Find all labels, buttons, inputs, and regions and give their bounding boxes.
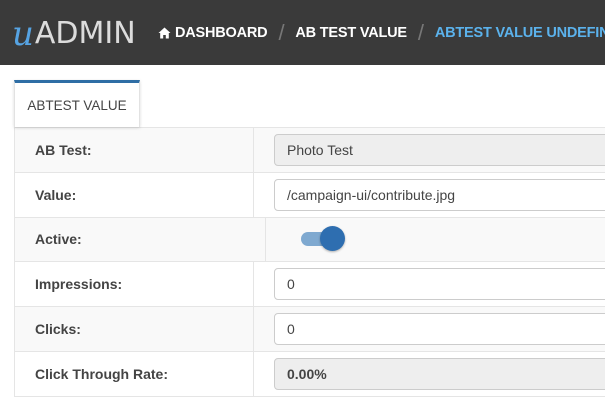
clicks-input[interactable]: 0 xyxy=(274,313,605,346)
breadcrumb-ab-test-value[interactable]: AB TEST VALUE xyxy=(295,25,407,41)
form-row-value: Value: /campaign-ui/contribute.jpg xyxy=(15,172,605,218)
form-row-ctr: Click Through Rate: 0.00% xyxy=(15,351,605,397)
home-icon xyxy=(158,27,171,38)
impressions-label: Impressions: xyxy=(15,262,254,307)
app-logo[interactable]: u ADMIN xyxy=(12,11,136,54)
breadcrumb-dashboard[interactable]: DASHBOARD xyxy=(158,24,268,41)
breadcrumb-current: ABTEST VALUE UNDEFINED xyxy=(434,24,605,41)
clicks-label: Clicks: xyxy=(15,307,254,351)
form-row-active: Active: xyxy=(15,217,605,263)
toggle-knob xyxy=(320,226,345,252)
breadcrumb-separator: / xyxy=(278,19,285,45)
abtest-value-form: AB Test: Photo Test Value: /campaign-ui/… xyxy=(14,127,605,397)
abtest-value-panel: ABTEST VALUE AB Test: Photo Test Value: … xyxy=(14,80,605,400)
form-row-impressions: Impressions: 0 xyxy=(15,262,605,308)
active-label: Active: xyxy=(15,217,266,262)
tab-abtest-value[interactable]: ABTEST VALUE xyxy=(14,80,140,127)
form-row-clicks: Clicks: 0 xyxy=(15,307,605,352)
ab-test-label: AB Test: xyxy=(15,128,254,172)
logo-mark: u xyxy=(12,14,34,54)
ab-test-field[interactable]: Photo Test xyxy=(274,133,605,166)
logo-text: ADMIN xyxy=(34,16,136,51)
ctr-label: Click Through Rate: xyxy=(15,351,254,396)
value-input[interactable]: /campaign-ui/contribute.jpg xyxy=(274,178,605,211)
breadcrumb: DASHBOARD / AB TEST VALUE / ABTEST VALUE… xyxy=(158,0,605,65)
active-toggle[interactable] xyxy=(301,226,345,252)
impressions-input[interactable]: 0 xyxy=(274,268,605,301)
value-label: Value: xyxy=(15,172,254,217)
form-row-ab-test: AB Test: Photo Test xyxy=(15,128,605,173)
top-navbar: u ADMIN DASHBOARD / AB TEST VALUE / ABTE… xyxy=(0,0,605,65)
breadcrumb-dashboard-label: DASHBOARD xyxy=(175,24,268,41)
breadcrumb-separator: / xyxy=(417,19,424,45)
ctr-field: 0.00% xyxy=(274,357,605,390)
